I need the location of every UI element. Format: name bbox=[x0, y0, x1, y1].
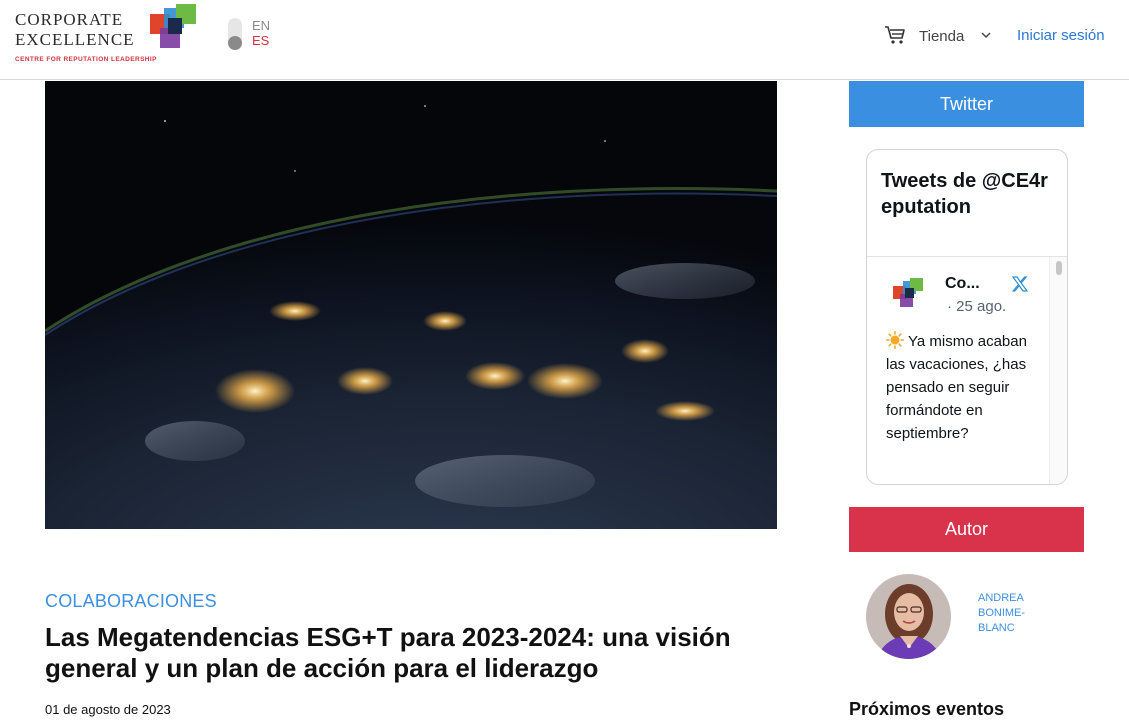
chevron-down-icon[interactable] bbox=[981, 31, 991, 39]
twitter-section-header: Twitter bbox=[849, 81, 1084, 127]
language-toggle-knob bbox=[228, 36, 242, 50]
tweet-divider bbox=[867, 256, 1067, 257]
language-toggle[interactable] bbox=[228, 18, 242, 50]
author-name-link[interactable]: ANDREA BONIME-BLANC bbox=[978, 591, 1058, 636]
tweet-date[interactable]: · 25 ago. bbox=[947, 298, 1006, 315]
article-hero-image bbox=[45, 81, 777, 529]
tweet-scrollbar-thumb[interactable] bbox=[1056, 261, 1062, 275]
logo-line-1: CORPORATE bbox=[15, 10, 124, 29]
language-en[interactable]: EN bbox=[252, 18, 270, 33]
tweet-avatar-icon[interactable] bbox=[893, 278, 923, 308]
x-logo-icon[interactable] bbox=[1011, 275, 1029, 293]
tweet-scrollbar[interactable] bbox=[1049, 257, 1067, 484]
site-header: CORPORATE EXCELLENCE CENTRE FOR REPUTATI… bbox=[0, 0, 1129, 80]
login-link[interactable]: Iniciar sesión bbox=[1017, 27, 1105, 44]
sun-emoji-icon bbox=[886, 331, 904, 349]
cart-icon[interactable] bbox=[884, 25, 906, 45]
site-logo[interactable]: CORPORATE EXCELLENCE CENTRE FOR REPUTATI… bbox=[15, 4, 200, 68]
tweets-header[interactable]: Tweets de @CE4reputation bbox=[881, 168, 1051, 220]
twitter-timeline-widget[interactable]: Tweets de @CE4reputation Co... · 25 ago.… bbox=[866, 149, 1068, 485]
logo-line-2: EXCELLENCE bbox=[15, 30, 135, 49]
language-es[interactable]: ES bbox=[252, 33, 269, 48]
article-title: Las Megatendencias ESG+T para 2023-2024:… bbox=[45, 622, 731, 683]
logo-mark-icon bbox=[150, 4, 196, 48]
upcoming-events-heading: Próximos eventos bbox=[849, 699, 1005, 719]
logo-tagline: CENTRE FOR REPUTATION LEADERSHIP bbox=[15, 56, 157, 63]
article-category[interactable]: COLABORACIONES bbox=[45, 591, 217, 612]
shop-menu[interactable]: Tienda bbox=[919, 28, 964, 45]
author-avatar[interactable] bbox=[866, 574, 951, 659]
author-section-header: Autor bbox=[849, 507, 1084, 552]
tweet-text: Ya mismo acaban las vacaciones, ¿has pen… bbox=[886, 330, 1048, 445]
tweet-body: Ya mismo acaban las vacaciones, ¿has pen… bbox=[886, 333, 1027, 442]
tweet-author-name[interactable]: Co... bbox=[945, 275, 980, 293]
article-date: 01 de agosto de 2023 bbox=[45, 702, 171, 717]
